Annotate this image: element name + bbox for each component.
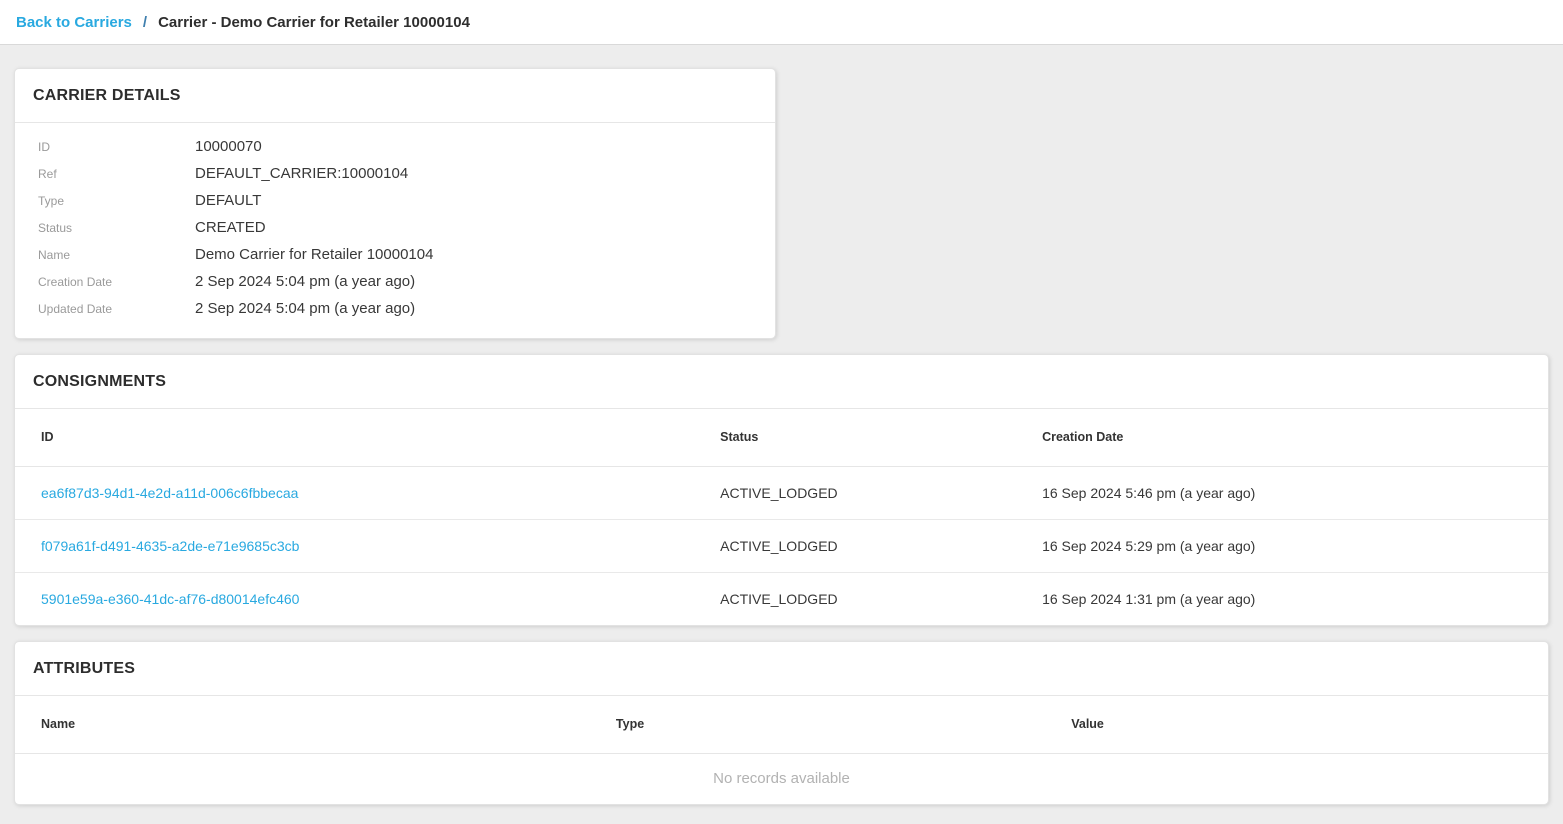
attributes-card: ATTRIBUTES Name Type Value No records av… <box>14 641 1549 805</box>
detail-value: 2 Sep 2024 5:04 pm (a year ago) <box>195 273 415 290</box>
consignment-creation-date-cell: 16 Sep 2024 5:29 pm (a year ago) <box>1042 519 1548 572</box>
breadcrumb-separator: / <box>143 14 147 31</box>
column-header-value: Value <box>1071 696 1548 753</box>
attributes-table: Name Type Value No records available <box>15 696 1548 804</box>
detail-label: Ref <box>15 167 195 181</box>
consignment-status-cell: ACTIVE_LODGED <box>720 572 1042 625</box>
consignment-status-cell: ACTIVE_LODGED <box>720 466 1042 519</box>
consignments-header-row: ID Status Creation Date <box>15 409 1548 466</box>
consignments-title: CONSIGNMENTS <box>15 355 1548 409</box>
no-records-message: No records available <box>15 753 1548 804</box>
carrier-details-list: ID 10000070 Ref DEFAULT_CARRIER:10000104… <box>15 123 775 338</box>
consignment-id-link[interactable]: 5901e59a-e360-41dc-af76-d80014efc460 <box>41 591 299 607</box>
detail-label: Name <box>15 248 195 262</box>
page-title: Carrier - Demo Carrier for Retailer 1000… <box>158 14 470 31</box>
table-row: 5901e59a-e360-41dc-af76-d80014efc460 ACT… <box>15 572 1548 625</box>
detail-value: Demo Carrier for Retailer 10000104 <box>195 246 433 263</box>
consignments-card: CONSIGNMENTS ID Status Creation Date ea6… <box>14 354 1549 626</box>
detail-row-id: ID 10000070 <box>15 133 775 160</box>
consignment-id-link[interactable]: ea6f87d3-94d1-4e2d-a11d-006c6fbbecaa <box>41 485 298 501</box>
detail-label: Type <box>15 194 195 208</box>
detail-value: DEFAULT <box>195 192 261 209</box>
detail-label: Status <box>15 221 195 235</box>
column-header-creation-date: Creation Date <box>1042 409 1548 466</box>
detail-label: Updated Date <box>15 302 195 316</box>
breadcrumb: Back to Carriers / Carrier - Demo Carrie… <box>0 0 1563 45</box>
detail-row-status: Status CREATED <box>15 214 775 241</box>
consignment-id-cell: ea6f87d3-94d1-4e2d-a11d-006c6fbbecaa <box>15 466 720 519</box>
column-header-type: Type <box>616 696 1071 753</box>
detail-row-name: Name Demo Carrier for Retailer 10000104 <box>15 241 775 268</box>
detail-row-type: Type DEFAULT <box>15 187 775 214</box>
column-header-name: Name <box>15 696 616 753</box>
back-to-carriers-link[interactable]: Back to Carriers <box>16 14 132 31</box>
carrier-details-card: CARRIER DETAILS ID 10000070 Ref DEFAULT_… <box>14 68 776 339</box>
page-content: CARRIER DETAILS ID 10000070 Ref DEFAULT_… <box>0 45 1563 805</box>
detail-label: Creation Date <box>15 275 195 289</box>
column-header-id: ID <box>15 409 720 466</box>
attributes-title: ATTRIBUTES <box>15 642 1548 696</box>
empty-state-row: No records available <box>15 753 1548 804</box>
detail-row-ref: Ref DEFAULT_CARRIER:10000104 <box>15 160 775 187</box>
consignment-id-link[interactable]: f079a61f-d491-4635-a2de-e71e9685c3cb <box>41 538 299 554</box>
detail-value: 10000070 <box>195 138 262 155</box>
detail-value: DEFAULT_CARRIER:10000104 <box>195 165 408 182</box>
column-header-status: Status <box>720 409 1042 466</box>
carrier-details-title: CARRIER DETAILS <box>15 69 775 123</box>
consignment-id-cell: 5901e59a-e360-41dc-af76-d80014efc460 <box>15 572 720 625</box>
detail-row-creation-date: Creation Date 2 Sep 2024 5:04 pm (a year… <box>15 268 775 295</box>
consignment-creation-date-cell: 16 Sep 2024 1:31 pm (a year ago) <box>1042 572 1548 625</box>
consignment-id-cell: f079a61f-d491-4635-a2de-e71e9685c3cb <box>15 519 720 572</box>
detail-value: CREATED <box>195 219 266 236</box>
consignment-creation-date-cell: 16 Sep 2024 5:46 pm (a year ago) <box>1042 466 1548 519</box>
detail-label: ID <box>15 140 195 154</box>
consignment-status-cell: ACTIVE_LODGED <box>720 519 1042 572</box>
detail-value: 2 Sep 2024 5:04 pm (a year ago) <box>195 300 415 317</box>
consignments-table: ID Status Creation Date ea6f87d3-94d1-4e… <box>15 409 1548 625</box>
detail-row-updated-date: Updated Date 2 Sep 2024 5:04 pm (a year … <box>15 295 775 322</box>
table-row: ea6f87d3-94d1-4e2d-a11d-006c6fbbecaa ACT… <box>15 466 1548 519</box>
table-row: f079a61f-d491-4635-a2de-e71e9685c3cb ACT… <box>15 519 1548 572</box>
attributes-header-row: Name Type Value <box>15 696 1548 753</box>
